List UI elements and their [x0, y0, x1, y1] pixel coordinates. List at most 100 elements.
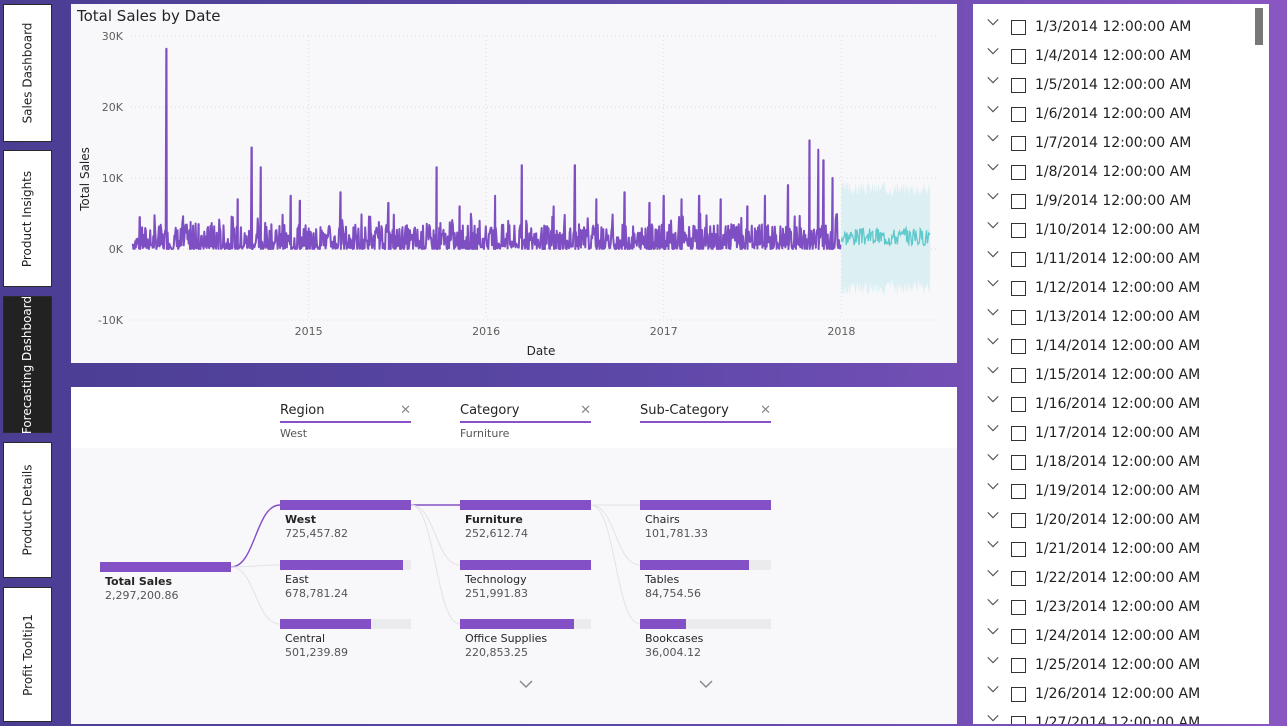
- tab-forecasting-dashboard[interactable]: Forecasting Dashboard: [3, 295, 52, 434]
- tree-node-bookcases[interactable]: Bookcases 36,004.12: [640, 619, 771, 659]
- slicer-item[interactable]: 1/13/2014 12:00:00 AM: [973, 299, 1263, 328]
- slicer-checkbox[interactable]: [1011, 223, 1026, 238]
- slicer-item[interactable]: 1/18/2014 12:00:00 AM: [973, 444, 1263, 473]
- slicer-checkbox[interactable]: [1011, 455, 1026, 470]
- level-header-category[interactable]: Category ✕: [460, 403, 591, 423]
- slicer-item[interactable]: 1/9/2014 12:00:00 AM: [973, 183, 1263, 212]
- slicer-item[interactable]: 1/27/2014 12:00:00 AM: [973, 705, 1263, 724]
- slicer-checkbox[interactable]: [1011, 716, 1026, 724]
- chevron-down-icon[interactable]: [986, 305, 1000, 319]
- tree-node-furniture[interactable]: Furniture 252,612.74: [460, 500, 591, 540]
- slicer-item[interactable]: 1/7/2014 12:00:00 AM: [973, 125, 1263, 154]
- chevron-down-icon[interactable]: [986, 102, 1000, 116]
- slicer-checkbox[interactable]: [1011, 687, 1026, 702]
- slicer-item[interactable]: 1/25/2014 12:00:00 AM: [973, 647, 1263, 676]
- slicer-item[interactable]: 1/12/2014 12:00:00 AM: [973, 270, 1263, 299]
- slicer-item[interactable]: 1/4/2014 12:00:00 AM: [973, 38, 1263, 67]
- chevron-down-icon[interactable]: [986, 15, 1000, 29]
- slicer-checkbox[interactable]: [1011, 629, 1026, 644]
- tree-node-total-sales[interactable]: Total Sales 2,297,200.86: [100, 562, 231, 602]
- chevron-down-icon[interactable]: [986, 334, 1000, 348]
- chevron-down-icon[interactable]: [986, 479, 1000, 493]
- slicer-checkbox[interactable]: [1011, 78, 1026, 93]
- slicer-item[interactable]: 1/10/2014 12:00:00 AM: [973, 212, 1263, 241]
- chevron-down-icon[interactable]: [986, 247, 1000, 261]
- slicer-checkbox[interactable]: [1011, 136, 1026, 151]
- slicer-checkbox[interactable]: [1011, 165, 1026, 180]
- slicer-item[interactable]: 1/20/2014 12:00:00 AM: [973, 502, 1263, 531]
- tree-node-west[interactable]: West 725,457.82: [280, 500, 411, 540]
- slicer-checkbox[interactable]: [1011, 542, 1026, 557]
- slicer-item[interactable]: 1/26/2014 12:00:00 AM: [973, 676, 1263, 705]
- chevron-down-icon[interactable]: [986, 73, 1000, 87]
- chevron-down-icon[interactable]: [986, 653, 1000, 667]
- chevron-down-icon[interactable]: [698, 676, 714, 692]
- tree-node-technology[interactable]: Technology 251,991.83: [460, 560, 591, 600]
- slicer-checkbox[interactable]: [1011, 658, 1026, 673]
- slicer-checkbox[interactable]: [1011, 194, 1026, 209]
- slicer-checkbox[interactable]: [1011, 339, 1026, 354]
- slicer-item[interactable]: 1/6/2014 12:00:00 AM: [973, 96, 1263, 125]
- close-icon[interactable]: ✕: [760, 403, 771, 418]
- chevron-down-icon[interactable]: [986, 218, 1000, 232]
- slicer-checkbox[interactable]: [1011, 281, 1026, 296]
- tree-node-office-supplies[interactable]: Office Supplies 220,853.25: [460, 619, 591, 659]
- chevron-down-icon[interactable]: [986, 131, 1000, 145]
- slicer-checkbox[interactable]: [1011, 484, 1026, 499]
- close-icon[interactable]: ✕: [580, 403, 591, 418]
- slicer-item[interactable]: 1/3/2014 12:00:00 AM: [973, 9, 1263, 38]
- slicer-item[interactable]: 1/5/2014 12:00:00 AM: [973, 67, 1263, 96]
- tab-product-details[interactable]: Product Details: [3, 442, 52, 578]
- tree-node-central[interactable]: Central 501,239.89: [280, 619, 411, 659]
- slicer-item[interactable]: 1/15/2014 12:00:00 AM: [973, 357, 1263, 386]
- chevron-down-icon[interactable]: [986, 595, 1000, 609]
- slicer-checkbox[interactable]: [1011, 252, 1026, 267]
- slicer-checkbox[interactable]: [1011, 397, 1026, 412]
- chevron-down-icon[interactable]: [986, 624, 1000, 638]
- tree-node-tables[interactable]: Tables 84,754.56: [640, 560, 771, 600]
- slicer-checkbox[interactable]: [1011, 107, 1026, 122]
- chevron-down-icon[interactable]: [518, 676, 534, 692]
- date-slicer[interactable]: 1/3/2014 12:00:00 AM 1/4/2014 12:00:00 AM…: [973, 4, 1269, 724]
- chevron-down-icon[interactable]: [986, 276, 1000, 290]
- tab-profit-tooltip1[interactable]: Profit Tooltip1: [3, 587, 52, 722]
- slicer-item[interactable]: 1/11/2014 12:00:00 AM: [973, 241, 1263, 270]
- slicer-checkbox[interactable]: [1011, 368, 1026, 383]
- chevron-down-icon[interactable]: [986, 566, 1000, 580]
- slicer-item[interactable]: 1/21/2014 12:00:00 AM: [973, 531, 1263, 560]
- chevron-down-icon[interactable]: [986, 450, 1000, 464]
- slicer-checkbox[interactable]: [1011, 600, 1026, 615]
- chevron-down-icon[interactable]: [986, 682, 1000, 696]
- chevron-down-icon[interactable]: [986, 392, 1000, 406]
- chevron-down-icon[interactable]: [986, 421, 1000, 435]
- close-icon[interactable]: ✕: [400, 403, 411, 418]
- slicer-item[interactable]: 1/17/2014 12:00:00 AM: [973, 415, 1263, 444]
- chevron-down-icon[interactable]: [986, 711, 1000, 724]
- slicer-checkbox[interactable]: [1011, 571, 1026, 586]
- chevron-down-icon[interactable]: [986, 363, 1000, 377]
- tab-sales-dashboard[interactable]: Sales Dashboard: [3, 4, 52, 142]
- actual-sales-line[interactable]: [131, 47, 842, 250]
- chevron-down-icon[interactable]: [986, 537, 1000, 551]
- slicer-checkbox[interactable]: [1011, 426, 1026, 441]
- decomposition-tree[interactable]: Total Sales 2,297,200.86 Region ✕ West West 72…: [71, 387, 957, 724]
- chevron-down-icon[interactable]: [986, 44, 1000, 58]
- slicer-checkbox[interactable]: [1011, 20, 1026, 35]
- slicer-checkbox[interactable]: [1011, 310, 1026, 325]
- slicer-scrollbar[interactable]: [1255, 8, 1263, 45]
- slicer-item[interactable]: 1/23/2014 12:00:00 AM: [973, 589, 1263, 618]
- chevron-down-icon[interactable]: [986, 508, 1000, 522]
- slicer-item[interactable]: 1/22/2014 12:00:00 AM: [973, 560, 1263, 589]
- slicer-item[interactable]: 1/8/2014 12:00:00 AM: [973, 154, 1263, 183]
- chevron-down-icon[interactable]: [986, 189, 1000, 203]
- tree-node-chairs[interactable]: Chairs 101,781.33: [640, 500, 771, 540]
- slicer-checkbox[interactable]: [1011, 513, 1026, 528]
- slicer-item[interactable]: 1/19/2014 12:00:00 AM: [973, 473, 1263, 502]
- level-header-sub-category[interactable]: Sub-Category ✕: [640, 403, 771, 423]
- slicer-item[interactable]: 1/16/2014 12:00:00 AM: [973, 386, 1263, 415]
- chevron-down-icon[interactable]: [986, 160, 1000, 174]
- slicer-item[interactable]: 1/24/2014 12:00:00 AM: [973, 618, 1263, 647]
- slicer-item[interactable]: 1/14/2014 12:00:00 AM: [973, 328, 1263, 357]
- level-header-region[interactable]: Region ✕: [280, 403, 411, 423]
- tab-product-insights[interactable]: Product Insights: [3, 150, 52, 287]
